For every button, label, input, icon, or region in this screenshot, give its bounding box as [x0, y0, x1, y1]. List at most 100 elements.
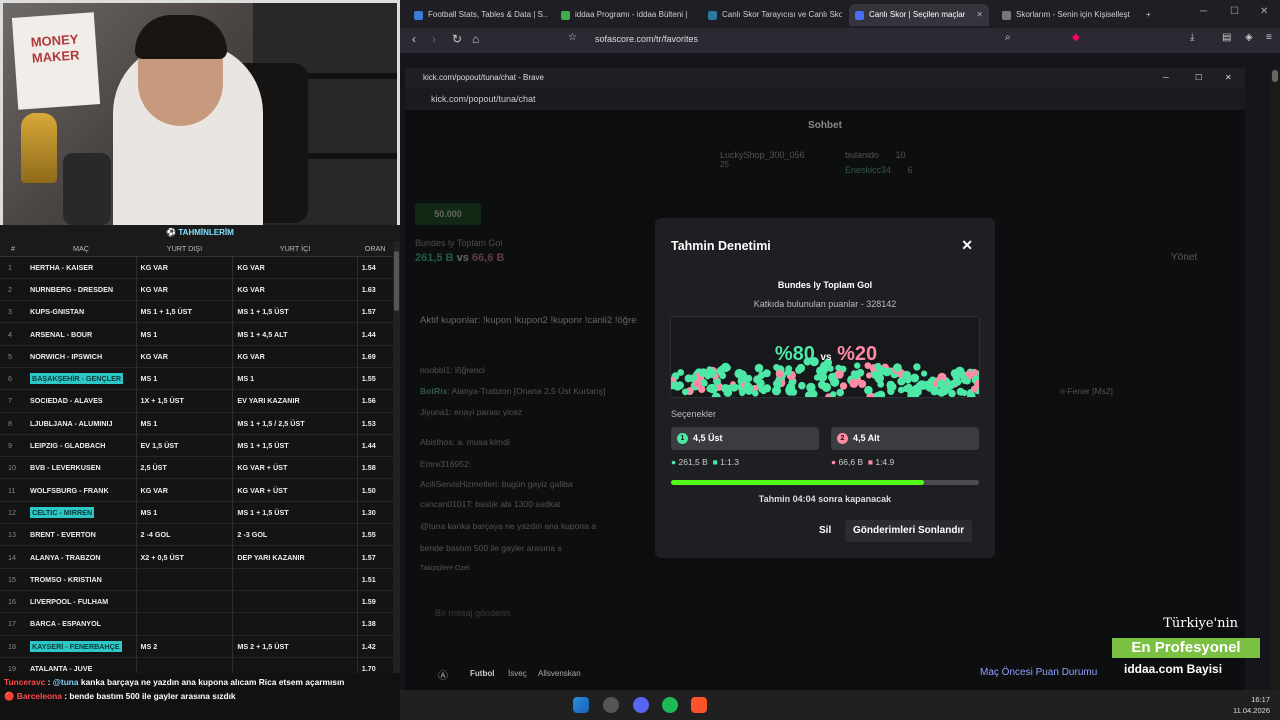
row-abroad: 2,5 ÜST — [135, 456, 233, 480]
chrome-icon[interactable] — [603, 697, 619, 713]
windows-start-icon[interactable] — [573, 697, 589, 713]
url-field[interactable]: sofascore.com/tr/favorites — [595, 34, 698, 44]
taskbar: 16:17 11.04.2026 — [400, 690, 1280, 720]
vote-bubble — [948, 389, 956, 397]
reload-icon[interactable]: ↻ — [452, 32, 462, 46]
back-icon[interactable]: ‹ — [412, 32, 416, 46]
zoom-icon[interactable]: ⌕ — [1005, 32, 1011, 43]
vote-bubble — [950, 369, 960, 378]
vote-bubble — [864, 385, 873, 395]
vote-bubble — [676, 381, 684, 390]
wallet-icon[interactable]: ◈ — [1245, 32, 1253, 43]
leaderboard-2: bulanido 10 — [845, 150, 906, 160]
tab-bar: Football Stats, Tables & Data | S... idd… — [400, 0, 1280, 28]
download-icon[interactable]: ⤓ — [1190, 32, 1194, 43]
row-abroad: MS 1 — [135, 322, 233, 346]
row-abroad: KG VAR — [135, 345, 233, 368]
sidebar-icon[interactable]: ▤ — [1222, 32, 1231, 43]
page-scrollbar[interactable] — [1270, 68, 1280, 690]
end-submissions-button[interactable]: Gönderimleri Sonlandır — [845, 520, 973, 542]
option-2-button[interactable]: 2 4,5 Alt — [831, 427, 979, 450]
standings-link[interactable]: Maç Öncesi Puan Durumu — [980, 667, 1097, 678]
row-domestic — [232, 590, 358, 614]
table-row: 4 ARSENAL - BOUR MS 1 MS 1 + 4,5 ALT 1.44 — [0, 322, 393, 346]
forward-icon[interactable]: › — [432, 32, 436, 46]
row-odds: 1.57 — [356, 300, 393, 324]
chat-input[interactable]: Bir mesaj gönderin — [435, 608, 1225, 622]
pinned-coupons: Aktif kuponlar: !kupon !kupon2 !kuponr !… — [420, 315, 637, 326]
vote-bubble — [758, 386, 765, 393]
vote-bubble — [752, 390, 759, 397]
popout-maximize-icon[interactable]: ☐ — [1195, 68, 1202, 88]
table-row: 16 LIVERPOOL - FULHAM 1.59 — [0, 590, 393, 614]
tab-active-livescore[interactable]: Canlı Skor | Seçilen maçlar ✕ — [849, 4, 989, 26]
row-odds: 1.44 — [356, 322, 393, 346]
home-icon[interactable]: ⌂ — [472, 32, 479, 46]
vote-bubble — [693, 379, 702, 388]
row-number: 3 — [0, 300, 26, 324]
close-tab-icon[interactable]: ✕ — [976, 4, 983, 26]
row-odds: 1.53 — [356, 412, 393, 435]
microphone-image — [63, 153, 111, 225]
tab-canli-skor[interactable]: Canlı Skor Tarayıcısı ve Canlı Sko — [702, 4, 842, 26]
row-number: 2 — [0, 278, 26, 302]
vote-bubble — [682, 388, 689, 396]
vote-bubble — [849, 378, 859, 388]
menu-icon[interactable]: ≡ — [1266, 32, 1272, 43]
vote-bubble — [858, 379, 867, 388]
row-match: LEIPZIG - GLADBACH — [26, 434, 136, 458]
option-2-stats: ● 66,6 B ■ 1:4.9 — [831, 457, 895, 467]
row-match: BARCA - ESPANYOL — [26, 612, 136, 636]
table-row: 18 KAYSERİ - FENERBAHÇE MS 2 MS 2 + 1,5 ÜST… — [0, 635, 393, 658]
trophy-image — [21, 113, 57, 183]
tab-football-stats[interactable]: Football Stats, Tables & Data | S... — [408, 4, 548, 26]
leaderboard-1: LuckyShop_300_056 25 — [720, 150, 805, 169]
vote-percentages: %80 vs %20 — [671, 343, 979, 366]
vote-visual: %80 vs %20 — [670, 316, 980, 398]
row-domestic: MS 1 + 1,5 / 2,5 ÜST — [232, 412, 358, 435]
table-row: 6 BAŞAKŞEHİR - GENÇLER MS 1 MS 1 1.55 — [0, 367, 393, 391]
row-abroad: MS 1 — [135, 501, 233, 525]
breadcrumb-country[interactable]: İsveç — [508, 669, 527, 678]
brave-shield-icon[interactable]: ◆ — [1072, 32, 1080, 43]
close-window-icon[interactable]: ✕ — [1260, 6, 1268, 17]
maximize-icon[interactable]: ☐ — [1230, 6, 1239, 17]
tab-iddaa[interactable]: iddaa Programı - iddaa Bülteni | — [555, 4, 695, 26]
row-match: BVB - LEVERKUSEN — [26, 456, 136, 480]
vote-bubble — [851, 370, 861, 380]
row-domestic: MS 2 + 1,5 ÜST — [232, 635, 358, 658]
sponsor-ad: Türkiye'nin En Profesyonel iddaa.com Bay… — [1110, 612, 1260, 682]
table-row: 3 KUPS-GNISTAN MS 1 + 1,5 ÜST MS 1 + 1,5 ÜS… — [0, 300, 393, 324]
time-progress-bar — [671, 480, 979, 485]
vote-bubble — [775, 370, 784, 378]
row-abroad: MS 1 — [135, 412, 233, 435]
discord-icon[interactable] — [633, 697, 649, 713]
popout-minimize-icon[interactable]: ─ — [1163, 68, 1169, 88]
row-match: NURNBERG - DRESDEN — [26, 278, 136, 302]
bookmark-icon[interactable]: ☆ — [568, 32, 577, 43]
ad-line-1: Türkiye'nin — [1163, 616, 1238, 631]
row-domestic: KG VAR — [232, 256, 358, 279]
close-icon[interactable]: ✕ — [961, 237, 973, 254]
breadcrumb-league[interactable]: Allsvenskan — [538, 669, 581, 678]
option-1-button[interactable]: 1 4,5 Üst — [671, 427, 819, 450]
vote-bubble — [949, 380, 957, 388]
vote-bubble — [877, 380, 885, 388]
table-scrollbar[interactable] — [393, 241, 400, 673]
brave-icon[interactable] — [691, 697, 707, 713]
manage-button[interactable]: Yönet — [1171, 252, 1197, 263]
vote-bubble — [734, 368, 745, 379]
tab-skorlarim[interactable]: Skorlarım - Senin için Kişiselleşt — [996, 4, 1136, 26]
poster-image: MONEY MAKER — [11, 12, 101, 110]
row-match: HERTHA - KAISER — [26, 256, 136, 279]
new-tab-button[interactable]: + — [1142, 4, 1162, 26]
pinned-prediction-title: Bundes ly Toplam Gol — [415, 238, 503, 248]
delete-button[interactable]: Sil — [813, 520, 837, 542]
chat-right-text: ri-Fener [Ms2] — [1060, 386, 1113, 396]
points-badge[interactable]: 50.000 — [415, 203, 481, 225]
breadcrumb-sport[interactable]: Futbol — [470, 669, 494, 678]
row-domestic — [232, 612, 358, 636]
popout-close-icon[interactable]: ✕ — [1225, 68, 1232, 88]
minimize-icon[interactable]: ─ — [1200, 6, 1207, 17]
spotify-icon[interactable] — [662, 697, 678, 713]
